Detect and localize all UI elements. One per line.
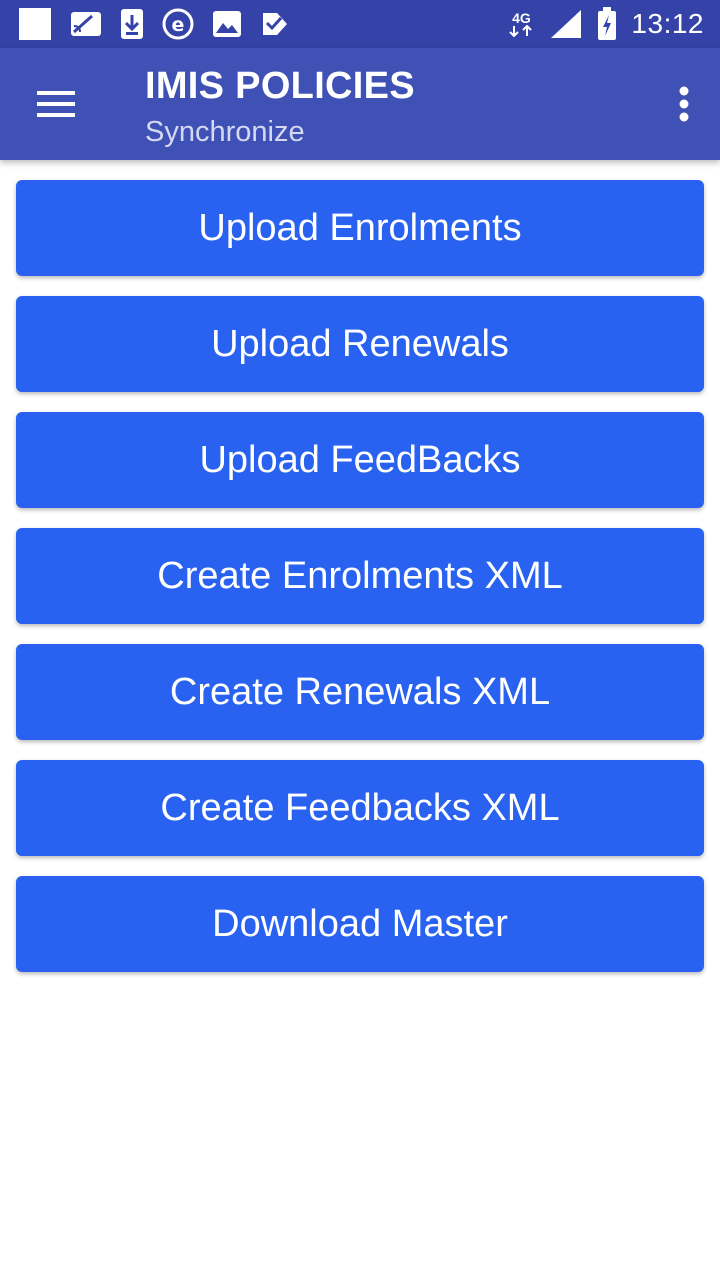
e-letter-icon: e xyxy=(162,8,194,40)
download-master-button[interactable]: Download Master xyxy=(16,876,704,972)
upload-feedbacks-button[interactable]: Upload FeedBacks xyxy=(16,412,704,508)
hamburger-menu-icon xyxy=(37,91,75,117)
clock: 13:12 xyxy=(631,8,704,39)
action-list: Upload Enrolments Upload Renewals Upload… xyxy=(16,180,704,992)
battery-charging-icon xyxy=(597,7,617,41)
signal-icon xyxy=(549,8,583,40)
create-renewals-xml-button[interactable]: Create Renewals XML xyxy=(16,644,704,740)
upload-enrolments-button[interactable]: Upload Enrolments xyxy=(16,180,704,276)
system-icons: 4G 13:12 xyxy=(493,7,704,41)
overflow-menu-button[interactable] xyxy=(668,76,700,132)
create-enrolments-xml-button[interactable]: Create Enrolments XML xyxy=(16,528,704,624)
create-feedbacks-xml-button[interactable]: Create Feedbacks XML xyxy=(16,760,704,856)
blank-square-icon xyxy=(18,7,52,41)
main-content: Upload Enrolments Upload Renewals Upload… xyxy=(0,160,720,1280)
download-icon xyxy=(120,8,144,40)
page-title: IMIS POLICIES xyxy=(145,65,415,107)
network-4g-icon: 4G xyxy=(507,11,535,37)
hamburger-menu-button[interactable] xyxy=(22,76,90,132)
svg-text:e: e xyxy=(172,14,185,36)
cast-icon xyxy=(70,10,102,38)
more-vertical-icon xyxy=(679,86,689,122)
notification-icons: e xyxy=(18,7,308,41)
status-bar: e 4G 13:12 xyxy=(0,0,720,48)
check-tag-icon xyxy=(260,9,290,39)
upload-renewals-button[interactable]: Upload Renewals xyxy=(16,296,704,392)
page-subtitle: Synchronize xyxy=(145,116,305,148)
app-toolbar: IMIS POLICIES Synchronize xyxy=(0,48,720,160)
image-icon xyxy=(212,10,242,38)
network-label: 4G xyxy=(512,10,531,26)
